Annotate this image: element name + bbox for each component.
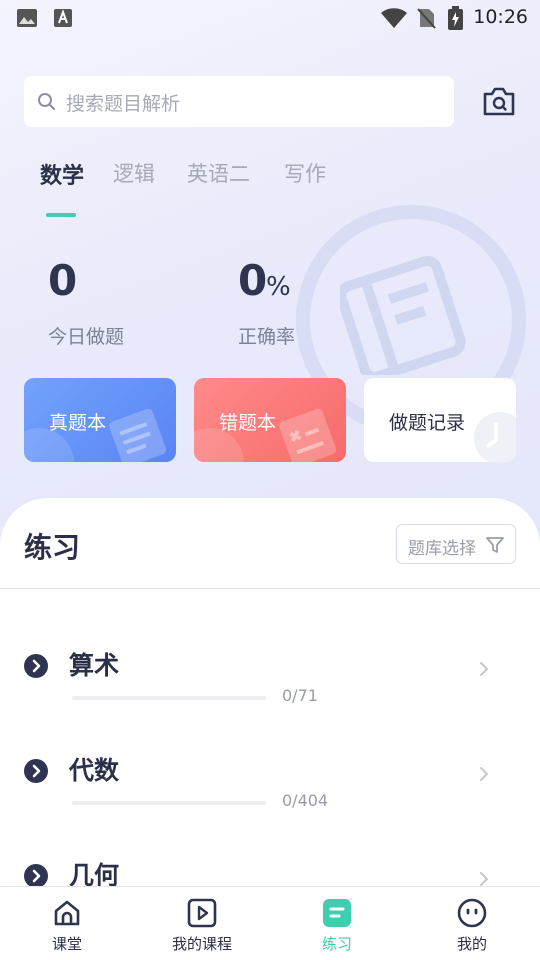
chevron-circle-icon — [24, 654, 48, 678]
today-count-value: 0 — [48, 256, 78, 305]
nav-label: 练习 — [321, 935, 352, 953]
history-label: 做题记录 — [389, 412, 466, 434]
accuracy-value: 0 — [238, 256, 268, 305]
practice-title: 练习 — [24, 531, 81, 564]
search-placeholder: 搜索题目解析 — [66, 93, 181, 115]
no-sim-icon — [417, 8, 436, 29]
clock-icon — [474, 412, 516, 462]
filter-label: 题库选择 — [408, 539, 476, 559]
tab-writing[interactable]: 写作 — [284, 158, 326, 188]
notebook-watermark-icon — [340, 255, 466, 375]
topic-row-algebra[interactable]: 代数 0/404 — [0, 745, 540, 835]
real-exam-label: 真题本 — [49, 412, 107, 434]
chevron-right-icon — [480, 767, 489, 781]
history-card[interactable]: 做题记录 — [364, 378, 516, 462]
battery-icon — [448, 6, 463, 30]
topic-name: 代数 — [69, 756, 120, 785]
video-play-icon — [187, 898, 217, 928]
wifi-icon — [381, 8, 407, 28]
chevron-circle-icon — [24, 864, 48, 888]
wrong-book-card[interactable]: 错题本 — [194, 378, 346, 462]
tab-active-indicator — [46, 213, 76, 217]
progress-track — [72, 696, 266, 700]
filter-icon — [486, 537, 504, 553]
real-exam-card[interactable]: 真题本 — [24, 378, 176, 462]
nav-item-classroom[interactable]: 课堂 — [7, 887, 127, 960]
app-notification-icon — [54, 9, 72, 27]
error-sheet-icon — [279, 408, 337, 462]
search-input[interactable]: 搜索题目解析 — [24, 76, 454, 127]
profile-face-icon — [457, 898, 487, 928]
clock-time: 10:26 — [473, 6, 528, 28]
wrong-book-label: 错题本 — [219, 412, 277, 434]
nav-item-my-courses[interactable]: 我的课程 — [142, 887, 262, 960]
topic-row-arithmetic[interactable]: 算术 0/71 — [0, 640, 540, 730]
chevron-right-icon — [480, 662, 489, 676]
nav-item-profile[interactable]: 我的 — [412, 887, 532, 960]
nav-label: 我的 — [456, 935, 487, 953]
document-icon — [109, 408, 167, 462]
tab-logic[interactable]: 逻辑 — [113, 158, 155, 188]
progress-track — [72, 801, 266, 805]
accuracy-unit: % — [266, 272, 291, 302]
nav-item-practice[interactable]: 练习 — [277, 887, 397, 960]
nav-label: 我的课程 — [171, 935, 232, 953]
camera-search-icon[interactable] — [482, 86, 516, 118]
topic-count: 0/71 — [282, 686, 318, 705]
topic-count: 0/404 — [282, 791, 329, 810]
accuracy-label: 正确率 — [238, 326, 296, 348]
search-icon — [38, 93, 55, 110]
tab-english-two[interactable]: 英语二 — [187, 158, 250, 188]
image-notification-icon — [17, 9, 37, 27]
nav-label: 课堂 — [51, 935, 82, 953]
practice-icon — [323, 899, 351, 927]
question-bank-filter-button[interactable]: 题库选择 — [396, 524, 516, 564]
topic-name: 算术 — [69, 651, 120, 680]
divider — [0, 588, 540, 589]
today-count-label: 今日做题 — [48, 326, 125, 348]
tab-math[interactable]: 数学 — [40, 158, 84, 190]
status-bar: 10:26 — [0, 0, 540, 36]
home-icon — [54, 900, 80, 926]
chevron-circle-icon — [24, 759, 48, 783]
bottom-navigation: 课堂 我的课程 练习 我的 — [0, 886, 540, 960]
